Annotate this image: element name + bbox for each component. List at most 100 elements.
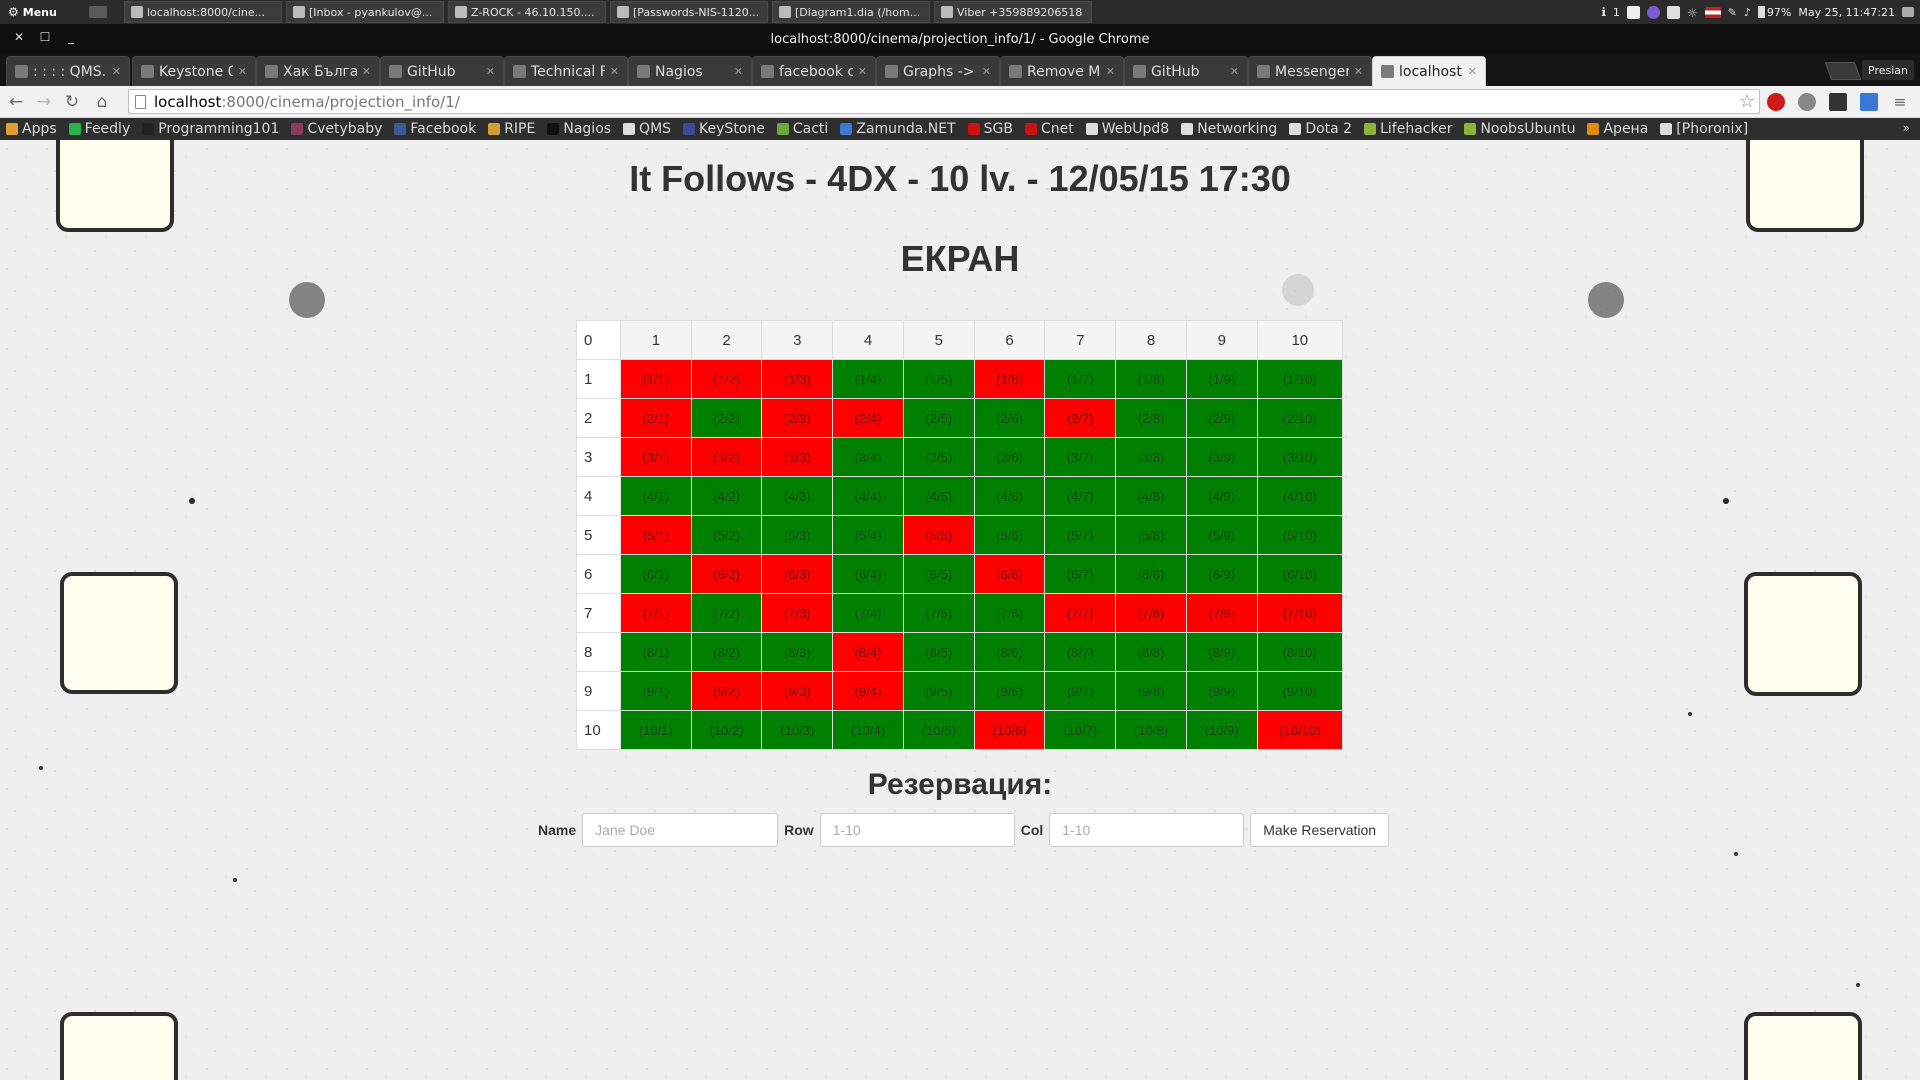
bookmark-item[interactable]: Zamunda.NET [840, 121, 956, 137]
seat-free[interactable]: (9/1) [620, 671, 692, 711]
seat-free[interactable]: (2/8) [1115, 398, 1187, 438]
seat-free[interactable]: (1/8) [1115, 359, 1187, 399]
seat-free[interactable]: (2/5) [902, 398, 975, 438]
seat-taken[interactable]: (6/6) [973, 554, 1046, 594]
translate-icon[interactable] [1860, 93, 1878, 111]
close-tab-icon[interactable]: ✕ [858, 65, 867, 78]
taskbar-window-button[interactable]: Viber +359889206518 [934, 1, 1092, 23]
browser-tab[interactable]: Nagios ✕ [628, 56, 752, 86]
seat-free[interactable]: (8/9) [1185, 632, 1258, 672]
menu-hamburger-icon[interactable]: ≡ [1890, 92, 1910, 112]
close-tab-icon[interactable]: ✕ [610, 65, 619, 78]
seat-free[interactable]: (5/2) [690, 515, 763, 555]
taskbar-window-button[interactable]: [Passwords-NIS-1120... [610, 1, 768, 23]
seat-free[interactable]: (8/5) [902, 632, 975, 672]
home-icon[interactable]: ⌂ [92, 92, 112, 112]
clock[interactable]: May 25, 11:47:21 [1798, 6, 1895, 19]
seat-free[interactable]: (6/4) [832, 554, 904, 594]
bookmark-item[interactable]: Cnet [1024, 121, 1074, 137]
password-tray-icon[interactable] [1666, 5, 1680, 19]
make-reservation-button[interactable]: Make Reservation [1250, 813, 1390, 847]
seat-free[interactable]: (7/4) [832, 593, 904, 633]
close-tab-icon[interactable]: ✕ [238, 65, 247, 78]
seat-free[interactable]: (4/4) [832, 476, 904, 516]
seat-free[interactable]: (1/10) [1256, 359, 1344, 399]
seat-taken[interactable]: (7/1) [620, 593, 692, 633]
seat-free[interactable]: (1/5) [902, 359, 975, 399]
browser-tab[interactable]: Graphs -> List ✕ [876, 56, 1000, 86]
bookmark-item[interactable]: NoobsUbuntu [1464, 121, 1575, 137]
bookmark-item[interactable]: QMS [623, 121, 671, 137]
close-tab-icon[interactable]: ✕ [982, 65, 991, 78]
seat-free[interactable]: (6/5) [902, 554, 975, 594]
seat-free[interactable]: (3/5) [902, 437, 975, 477]
seat-free[interactable]: (4/8) [1115, 476, 1187, 516]
seat-free[interactable]: (1/7) [1044, 359, 1117, 399]
seat-taken[interactable]: (8/4) [832, 632, 904, 672]
ip-extension-icon[interactable] [1798, 93, 1816, 111]
browser-tab[interactable]: GitHub ✕ [1124, 56, 1248, 86]
seat-taken[interactable]: (5/1) [620, 515, 692, 555]
browser-tab[interactable]: Technical FAQ ✕ [504, 56, 628, 86]
reload-icon[interactable]: ↻ [62, 92, 82, 112]
close-tab-icon[interactable]: ✕ [1354, 65, 1363, 78]
seat-free[interactable]: (3/7) [1044, 437, 1117, 477]
seat-free[interactable]: (1/9) [1185, 359, 1258, 399]
tab-active[interactable]: localhost:8000 ✕ [1372, 56, 1486, 86]
seat-taken[interactable]: (1/2) [690, 359, 763, 399]
seat-taken[interactable]: (9/2) [690, 671, 763, 711]
seat-free[interactable]: (7/6) [973, 593, 1046, 633]
seat-taken[interactable]: (1/3) [761, 359, 834, 399]
close-tab-icon[interactable]: ✕ [486, 65, 495, 78]
bookmark-item[interactable]: KeyStone [683, 121, 765, 137]
seat-free[interactable]: (10/2) [690, 710, 763, 750]
bookmark-item[interactable]: [Phoronix] [1660, 121, 1748, 137]
close-tab-icon[interactable]: ✕ [1230, 65, 1239, 78]
seat-taken[interactable]: (1/1) [620, 359, 692, 399]
bookmark-item[interactable]: SGB [967, 121, 1013, 137]
bookmark-item[interactable]: Cvetybaby [291, 121, 382, 137]
seat-taken[interactable]: (3/1) [620, 437, 692, 477]
seat-free[interactable]: (10/1) [620, 710, 692, 750]
bookmark-item[interactable]: Lifehacker [1364, 121, 1452, 137]
seat-free[interactable]: (3/4) [832, 437, 904, 477]
seat-free[interactable]: (6/7) [1044, 554, 1117, 594]
workspace-count[interactable]: 1 [1613, 6, 1620, 19]
seat-free[interactable]: (10/7) [1044, 710, 1117, 750]
brightness-icon[interactable]: ☼ [1687, 6, 1698, 20]
seat-free[interactable]: (2/2) [690, 398, 763, 438]
seat-taken[interactable]: (5/5) [902, 515, 975, 555]
seat-taken[interactable]: (7/9) [1185, 593, 1258, 633]
seat-free[interactable]: (4/6) [973, 476, 1046, 516]
seat-free[interactable]: (10/8) [1115, 710, 1187, 750]
seat-free[interactable]: (7/2) [690, 593, 763, 633]
seat-free[interactable]: (5/4) [832, 515, 904, 555]
seat-taken[interactable]: (3/2) [690, 437, 763, 477]
name-input[interactable] [582, 813, 779, 847]
browser-tab[interactable]: GitHub ✕ [380, 56, 504, 86]
bookmark-item[interactable]: Cacti [776, 121, 828, 137]
seat-taken[interactable]: (10/6) [973, 710, 1046, 750]
browser-tab[interactable]: facebook chat ✕ [752, 56, 876, 86]
close-tab-icon[interactable]: ✕ [1468, 65, 1477, 78]
seat-taken[interactable]: (2/4) [832, 398, 904, 438]
seat-free[interactable]: (5/8) [1115, 515, 1187, 555]
seat-free[interactable]: (8/6) [973, 632, 1046, 672]
row-input[interactable] [819, 813, 1015, 847]
seat-taken[interactable]: (6/3) [761, 554, 834, 594]
forward-arrow-icon[interactable]: → [34, 92, 54, 112]
adblock-icon[interactable] [1767, 93, 1785, 111]
browser-tab[interactable]: Remove Multi ✕ [1000, 56, 1124, 86]
seat-taken[interactable]: (2/7) [1044, 398, 1117, 438]
seat-taken[interactable]: (7/10) [1256, 593, 1344, 633]
seat-free[interactable]: (7/5) [902, 593, 975, 633]
bookmark-item[interactable]: WebUpd8 [1085, 121, 1169, 137]
window-list-icon[interactable] [1902, 7, 1914, 17]
seat-taken[interactable]: (7/3) [761, 593, 834, 633]
seat-free[interactable]: (4/9) [1185, 476, 1258, 516]
bookmark-item[interactable]: Programming101 [142, 121, 279, 137]
seat-free[interactable]: (9/8) [1115, 671, 1187, 711]
taskbar-window-button[interactable]: [Diagram1.dia (/hom... [772, 1, 930, 23]
seat-free[interactable]: (6/8) [1115, 554, 1187, 594]
bookmark-star-icon[interactable]: ☆ [1735, 90, 1759, 113]
